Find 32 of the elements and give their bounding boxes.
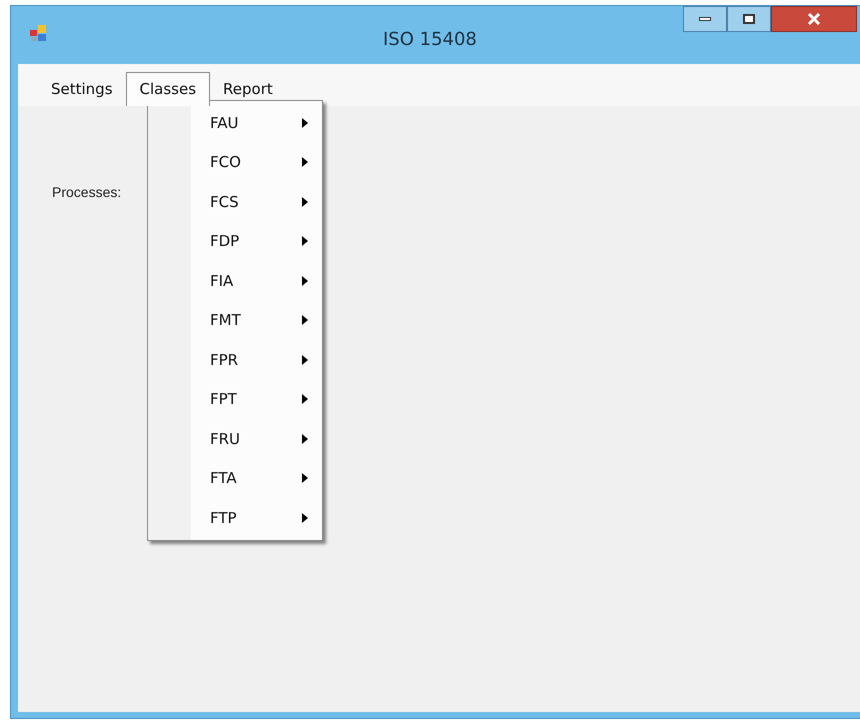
- menu-entry[interactable]: FAU: [148, 103, 322, 142]
- menu-item[interactable]: Settings: [42, 72, 122, 106]
- menu-entry[interactable]: FRU: [148, 419, 322, 458]
- app-icon: [29, 24, 47, 42]
- menu-entry-label: FCO: [210, 152, 242, 173]
- menu-entry[interactable]: FCS: [148, 182, 322, 222]
- menu-entry-label: FPT: [210, 389, 238, 410]
- menu-item[interactable]: Classes: [126, 72, 210, 106]
- menu-entry[interactable]: FDP: [148, 222, 322, 261]
- menu-item[interactable]: Report: [214, 72, 282, 106]
- menu-entry-label: FDP: [210, 231, 240, 252]
- maximize-button[interactable]: [727, 6, 771, 32]
- menu-entry[interactable]: FPR: [148, 340, 322, 380]
- menu-entry[interactable]: FCO: [148, 142, 322, 182]
- window-title: ISO 15408: [383, 28, 477, 52]
- menu-entry-label: FRU: [210, 428, 242, 450]
- menu-entry-label: FPR: [210, 350, 240, 370]
- menu-entry[interactable]: FPT: [148, 380, 322, 419]
- menu-entry[interactable]: FTP: [148, 498, 322, 538]
- menu-entry-label: FAU: [210, 112, 240, 134]
- menu-entry-label: FMT: [210, 310, 242, 331]
- menu-entry-label: FIA: [210, 270, 234, 292]
- menu-entry-label: FCS: [210, 192, 240, 212]
- menu-entry-label: FTA: [210, 468, 238, 489]
- close-button[interactable]: [771, 6, 857, 32]
- menu-entry[interactable]: FTA: [148, 458, 322, 498]
- menu-entry[interactable]: FMT: [148, 300, 322, 340]
- menu-entry-label: FTP: [210, 508, 238, 528]
- menu-entry[interactable]: FIA: [148, 261, 322, 300]
- field-label: Processes:: [52, 183, 122, 202]
- close-icon: [807, 13, 821, 25]
- minimize-button[interactable]: [683, 6, 727, 32]
